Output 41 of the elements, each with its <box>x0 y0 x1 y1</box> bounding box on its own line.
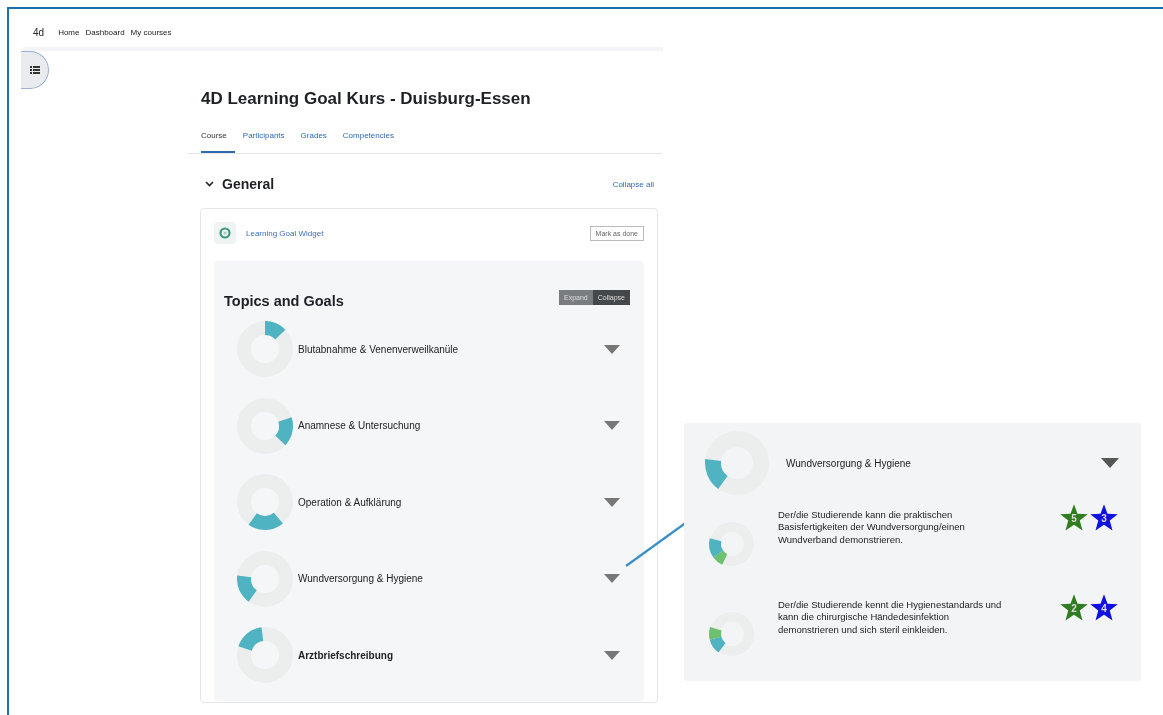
widget-icon <box>214 222 236 244</box>
drawer-toggle-button[interactable] <box>21 51 49 89</box>
list-icon <box>29 66 40 74</box>
topic-name: Arztbriefschreibung <box>298 649 394 661</box>
progress-ring <box>236 320 294 379</box>
goal-text: Der/die Studierende kennt die Hygienestandards und kann die chirurgische Händedesinfektion demonstrieren und sich steril einkleiden. <box>778 599 1003 637</box>
progress-ring <box>236 549 294 608</box>
course-tab[interactable]: Competencies <box>334 123 402 153</box>
nav-link[interactable]: My courses <box>130 27 172 37</box>
course-tab[interactable]: Participants <box>234 123 293 153</box>
section-toggle[interactable]: General <box>205 176 275 192</box>
star-badge: 4 <box>1089 593 1119 623</box>
topic-name: Wundversorgung & Hygiene <box>786 457 912 469</box>
topic-name: Wundversorgung & Hygiene <box>298 573 424 585</box>
collapse-all-link[interactable]: Collapse all <box>612 179 654 189</box>
progress-ring <box>704 430 770 496</box>
activity-link[interactable]: Learning Goal Widget <box>246 228 580 238</box>
topic-name: Blutabnahme & Venenverweilkanüle <box>298 343 460 355</box>
course-tab[interactable]: Grades <box>292 123 335 153</box>
progress-ring <box>236 396 294 455</box>
goal-text: Der/die Studierende kann die praktischen Basisfertigkeiten der Wundversorgung/einen Wundverband demonstrieren. <box>778 509 966 547</box>
site-brand[interactable]: 4d <box>33 26 45 38</box>
progress-ring <box>236 473 294 532</box>
course-title: 4D Learning Goal Kurs - Duisburg-Essen <box>201 89 532 109</box>
dropdown-caret-icon[interactable] <box>604 344 620 354</box>
nav-link[interactable]: Dashboard <box>85 27 125 37</box>
topic-name: Operation & Aufklärung <box>298 496 403 508</box>
dropdown-caret-icon[interactable] <box>604 650 620 660</box>
chevron-icon <box>205 181 214 187</box>
nav-link[interactable]: Home <box>58 27 80 37</box>
star-badge: 3 <box>1089 503 1119 533</box>
topic-name: Anamnese & Untersuchung <box>298 420 422 432</box>
dropdown-caret-icon[interactable] <box>1101 458 1119 468</box>
dropdown-caret-icon[interactable] <box>604 497 620 507</box>
star-badge: 5 <box>1059 503 1089 533</box>
progress-ring <box>236 626 294 685</box>
star-badge: 2 <box>1059 593 1089 623</box>
course-tab[interactable]: Course <box>201 123 235 153</box>
dropdown-caret-icon[interactable] <box>604 421 620 431</box>
dropdown-caret-icon[interactable] <box>604 574 620 584</box>
widget-title: Topics and Goals <box>224 293 344 309</box>
